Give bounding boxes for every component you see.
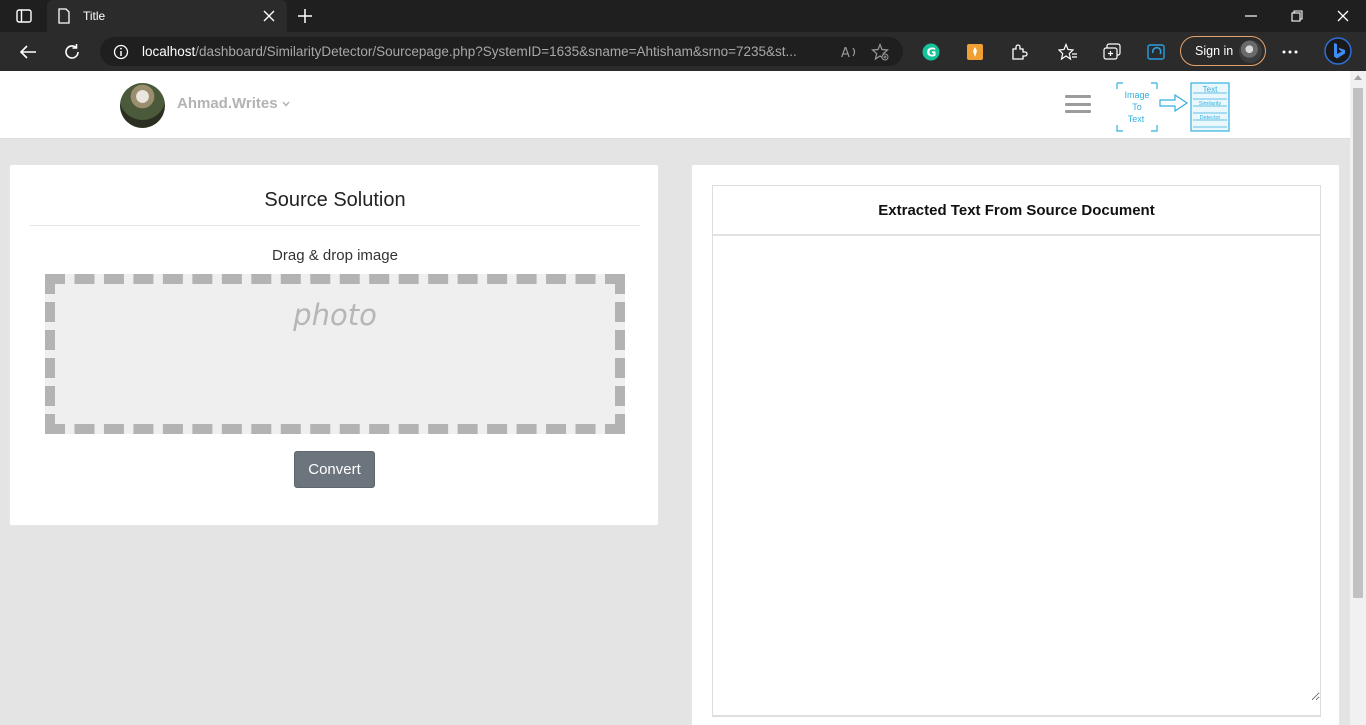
logo-text-right-text: Text (1203, 85, 1218, 94)
dropzone-placeholder: photo (293, 298, 377, 332)
svg-text:G: G (927, 46, 937, 60)
back-button[interactable] (15, 39, 41, 65)
logo-text-to: To (1132, 102, 1142, 112)
tab-title: Title (83, 9, 106, 23)
source-solution-title: Source Solution (264, 189, 406, 211)
read-aloud-icon[interactable]: A (839, 42, 861, 62)
restore-button[interactable] (1274, 0, 1320, 32)
extension-orange-icon[interactable] (963, 40, 987, 64)
chevron-down-icon (282, 101, 290, 107)
svg-text:A: A (841, 46, 850, 60)
site-header: Ahmad.Writes Image To Text Text Similari… (0, 71, 1350, 139)
page-viewport: Ahmad.Writes Image To Text Text Similari… (0, 71, 1350, 725)
convert-button[interactable]: Convert (294, 451, 375, 488)
image-dropzone[interactable]: photo (45, 274, 625, 434)
username-label: Ahmad.Writes (177, 95, 278, 112)
url-path: /dashboard/SimilarityDetector/Sourcepage… (195, 44, 797, 59)
sign-in-button[interactable]: Sign in (1180, 36, 1266, 66)
bing-copilot-icon[interactable] (1323, 36, 1353, 66)
extensions-icon[interactable] (1007, 40, 1031, 64)
hamburger-menu-icon[interactable] (1065, 95, 1091, 113)
address-bar[interactable]: localhost/dashboard/SimilarityDetector/S… (100, 37, 903, 66)
collections-icon[interactable] (1100, 40, 1124, 64)
close-tab-icon[interactable] (261, 8, 277, 24)
extracted-text-panel: Extracted Text From Source Document (712, 185, 1321, 717)
site-info-icon[interactable] (112, 43, 130, 61)
favorites-icon[interactable] (1056, 40, 1080, 64)
more-options-icon[interactable] (1278, 40, 1302, 64)
logo-text-text: Text (1128, 114, 1145, 124)
logo-text-similarity: Similarity (1199, 101, 1222, 107)
source-solution-card: Source Solution Drag & drop image photo … (9, 164, 659, 526)
page-scrollbar[interactable] (1350, 71, 1366, 725)
browser-tab[interactable]: Title (47, 0, 287, 32)
grammarly-icon[interactable]: G (919, 40, 943, 64)
user-menu-toggle[interactable]: Ahmad.Writes (177, 95, 290, 112)
scrollbar-thumb[interactable] (1353, 88, 1363, 598)
add-favorite-icon[interactable] (869, 42, 891, 62)
edge-bar-icon[interactable] (1144, 40, 1168, 64)
drag-drop-label: Drag & drop image (272, 247, 398, 264)
site-logo[interactable]: Image To Text Text Similarity Detector (1114, 81, 1232, 133)
logo-text-detector: Detector (1200, 115, 1221, 121)
new-tab-button[interactable] (294, 6, 316, 26)
url-text[interactable]: localhost/dashboard/SimilarityDetector/S… (142, 44, 831, 59)
extracted-text-title: Extracted Text From Source Document (713, 186, 1320, 236)
logo-text-image: Image (1124, 90, 1149, 100)
extracted-text-card: Extracted Text From Source Document (691, 164, 1340, 725)
browser-toolbar: localhost/dashboard/SimilarityDetector/S… (0, 32, 1366, 71)
profile-avatar (1239, 40, 1262, 63)
logo-arrow-icon (1159, 93, 1189, 113)
extracted-text-area[interactable] (713, 237, 1320, 701)
minimize-button[interactable] (1228, 0, 1274, 32)
scroll-up-arrow-icon[interactable] (1354, 75, 1362, 80)
page-icon (57, 8, 73, 24)
panel-bottom-border (713, 715, 1320, 716)
tab-actions-icon[interactable] (10, 6, 38, 26)
browser-tab-bar: Title (0, 0, 1366, 32)
close-window-button[interactable] (1320, 0, 1366, 32)
sign-in-label: Sign in (1195, 44, 1234, 58)
refresh-button[interactable] (59, 39, 85, 65)
url-host: localhost (142, 44, 196, 59)
title-divider (30, 225, 640, 226)
user-avatar[interactable] (120, 83, 165, 128)
